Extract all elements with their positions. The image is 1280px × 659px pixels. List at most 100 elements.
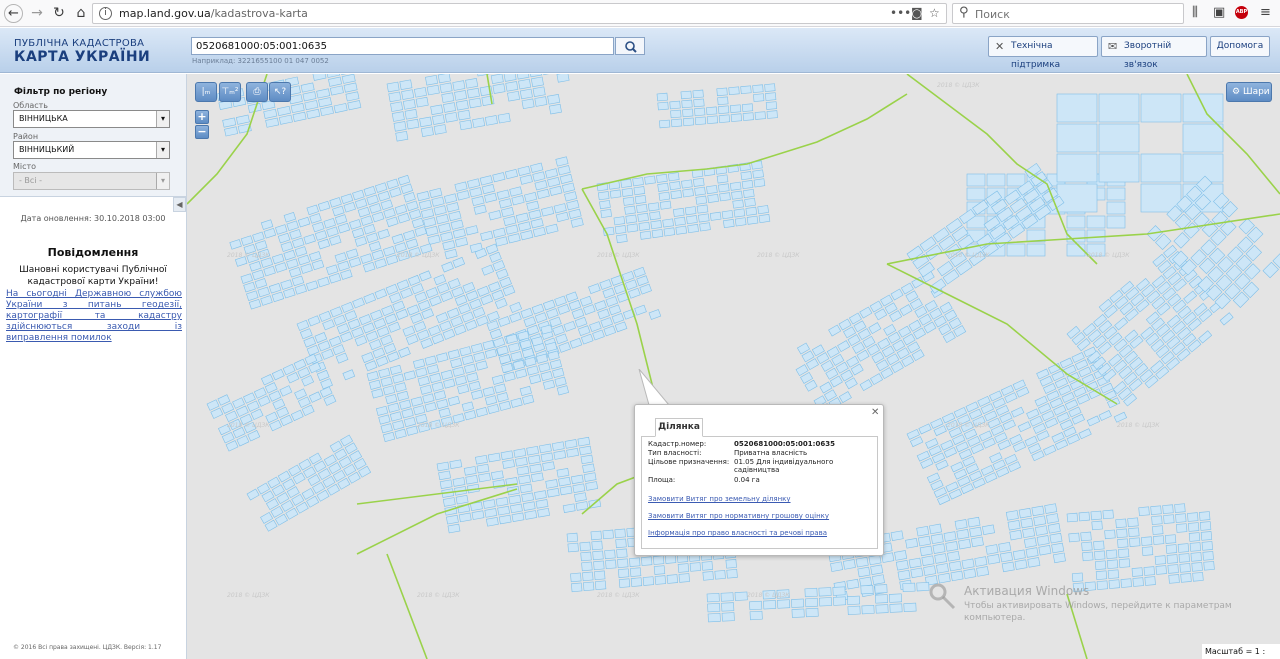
- land-parcel[interactable]: [731, 190, 743, 200]
- land-parcel[interactable]: [526, 200, 540, 211]
- land-parcel[interactable]: [654, 575, 667, 585]
- land-parcel[interactable]: [276, 406, 290, 419]
- land-parcel[interactable]: [381, 305, 394, 317]
- measure-distance-tool[interactable]: |ₘ: [195, 82, 217, 102]
- land-parcel[interactable]: [326, 74, 341, 78]
- land-parcel[interactable]: [446, 514, 459, 525]
- land-parcel[interactable]: [300, 82, 315, 93]
- land-parcel[interactable]: [752, 84, 764, 93]
- land-parcel[interactable]: [326, 226, 339, 238]
- land-parcel[interactable]: [1036, 535, 1050, 546]
- land-parcel[interactable]: [420, 208, 435, 219]
- land-parcel[interactable]: [416, 329, 430, 341]
- land-parcel[interactable]: [328, 76, 342, 87]
- land-parcel[interactable]: [1095, 570, 1108, 580]
- land-parcel[interactable]: [309, 213, 322, 224]
- land-parcel[interactable]: [733, 208, 746, 218]
- land-parcel[interactable]: [529, 463, 543, 474]
- land-parcel[interactable]: [580, 551, 592, 562]
- land-parcel[interactable]: [263, 265, 276, 277]
- land-parcel[interactable]: [436, 282, 450, 294]
- land-parcel[interactable]: [1129, 537, 1141, 547]
- land-parcel[interactable]: [452, 256, 466, 268]
- land-parcel[interactable]: [444, 193, 458, 204]
- land-parcel[interactable]: [478, 472, 491, 483]
- land-parcel[interactable]: [329, 197, 342, 208]
- land-parcel[interactable]: [275, 224, 288, 235]
- land-parcel[interactable]: [463, 466, 477, 476]
- land-parcel[interactable]: [630, 577, 643, 587]
- land-parcel[interactable]: [600, 209, 612, 219]
- land-parcel[interactable]: [312, 74, 327, 81]
- land-parcel[interactable]: [357, 206, 371, 218]
- land-parcel[interactable]: [472, 306, 486, 319]
- land-parcel[interactable]: [1098, 153, 1140, 183]
- land-parcel[interactable]: [292, 111, 307, 122]
- land-parcel[interactable]: [340, 331, 353, 343]
- land-parcel[interactable]: [1034, 525, 1048, 536]
- land-parcel[interactable]: [371, 249, 385, 261]
- land-parcel[interactable]: [263, 227, 277, 239]
- land-parcel[interactable]: [271, 291, 285, 303]
- land-parcel[interactable]: [432, 114, 445, 125]
- land-parcel[interactable]: [364, 360, 378, 372]
- land-parcel[interactable]: [503, 215, 517, 226]
- land-parcel[interactable]: [895, 559, 909, 571]
- land-parcel[interactable]: [468, 380, 481, 392]
- land-parcel[interactable]: [406, 304, 420, 316]
- land-parcel[interactable]: [1168, 574, 1180, 584]
- land-parcel[interactable]: [288, 267, 302, 278]
- land-parcel[interactable]: [692, 89, 704, 99]
- land-parcel[interactable]: [599, 200, 611, 210]
- land-parcel[interactable]: [1107, 569, 1120, 579]
- land-parcel[interactable]: [1117, 538, 1129, 548]
- land-parcel[interactable]: [300, 263, 313, 274]
- land-parcel[interactable]: [426, 84, 440, 96]
- land-parcel[interactable]: [369, 339, 382, 351]
- land-parcel[interactable]: [490, 470, 504, 480]
- land-parcel[interactable]: [488, 281, 501, 293]
- land-parcel[interactable]: [582, 304, 596, 316]
- land-parcel[interactable]: [454, 181, 468, 192]
- land-parcel[interactable]: [943, 531, 957, 542]
- support-button[interactable]: ✕ Технічна підтримка: [988, 36, 1098, 70]
- land-parcel[interactable]: [958, 538, 972, 550]
- land-parcel[interactable]: [366, 371, 379, 382]
- land-parcel[interactable]: [583, 472, 597, 482]
- land-parcel[interactable]: [415, 367, 428, 378]
- land-parcel[interactable]: [549, 316, 562, 328]
- land-parcel[interactable]: [466, 87, 480, 99]
- land-parcel[interactable]: [475, 315, 489, 327]
- land-parcel[interactable]: [706, 593, 720, 603]
- land-parcel[interactable]: [591, 540, 603, 551]
- land-parcel[interactable]: [318, 310, 332, 322]
- land-parcel[interactable]: [575, 501, 589, 511]
- land-parcel[interactable]: [473, 351, 486, 362]
- land-parcel[interactable]: [558, 341, 571, 353]
- ownership-info-link[interactable]: Інформація про право власності та речові…: [648, 529, 827, 537]
- land-parcel[interactable]: [481, 183, 495, 195]
- land-parcel[interactable]: [868, 322, 882, 335]
- land-parcel[interactable]: [519, 385, 532, 397]
- land-parcel[interactable]: [437, 222, 452, 233]
- land-parcel[interactable]: [569, 337, 583, 349]
- land-parcel[interactable]: [919, 545, 933, 557]
- land-parcel[interactable]: [634, 195, 647, 205]
- sidebar-icon[interactable]: ▣: [1213, 5, 1225, 20]
- land-parcel[interactable]: [534, 180, 548, 191]
- land-parcel[interactable]: [314, 230, 328, 241]
- land-parcel[interactable]: [846, 578, 860, 590]
- land-parcel[interactable]: [317, 238, 331, 250]
- land-parcel[interactable]: [516, 465, 530, 476]
- land-parcel[interactable]: [371, 388, 384, 399]
- land-parcel[interactable]: [741, 103, 754, 112]
- land-parcel[interactable]: [380, 376, 393, 387]
- land-parcel[interactable]: [1049, 532, 1063, 544]
- info-icon[interactable]: i: [99, 7, 112, 20]
- land-parcel[interactable]: [1018, 507, 1032, 519]
- land-parcel[interactable]: [682, 108, 694, 118]
- land-parcel[interactable]: [549, 359, 563, 370]
- land-parcel[interactable]: [348, 257, 362, 268]
- land-parcel[interactable]: [682, 117, 695, 127]
- browser-search-input[interactable]: ⚲ Поиск: [952, 3, 1184, 24]
